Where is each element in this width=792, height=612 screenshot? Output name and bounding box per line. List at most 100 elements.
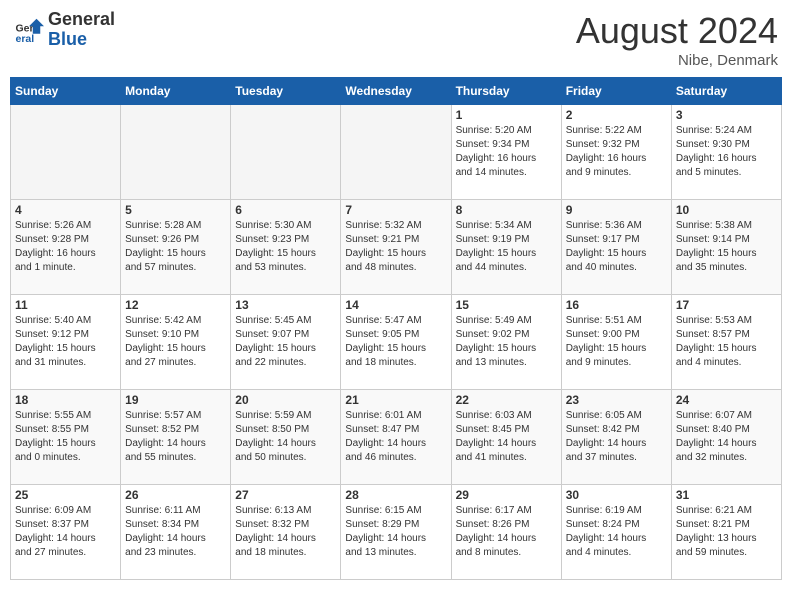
calendar-cell: 28 Sunrise: 6:15 AM Sunset: 8:29 PM Dayli… bbox=[341, 485, 451, 580]
month-year-title: August 2024 bbox=[576, 10, 778, 52]
calendar-cell: 24 Sunrise: 6:07 AM Sunset: 8:40 PM Dayli… bbox=[671, 390, 781, 485]
day-number: 10 bbox=[676, 203, 777, 217]
calendar-week-row: 25 Sunrise: 6:09 AM Sunset: 8:37 PM Dayli… bbox=[11, 485, 782, 580]
calendar-week-row: 1Sunrise: 5:20 AM Sunset: 9:34 PM Daylig… bbox=[11, 105, 782, 200]
day-info: Sunrise: 5:53 AM Sunset: 8:57 PM Dayligh… bbox=[676, 314, 777, 370]
day-info: Sunrise: 6:17 AM Sunset: 8:26 PM Dayligh… bbox=[456, 504, 557, 560]
header-friday: Friday bbox=[561, 78, 671, 105]
day-info: Sunrise: 6:03 AM Sunset: 8:45 PM Dayligh… bbox=[456, 409, 557, 465]
day-info: Sunrise: 5:57 AM Sunset: 8:52 PM Dayligh… bbox=[125, 409, 226, 465]
day-number: 24 bbox=[676, 393, 777, 407]
calendar-cell: 21Sunrise: 6:01 AM Sunset: 8:47 PM Dayli… bbox=[341, 390, 451, 485]
day-info: Sunrise: 6:07 AM Sunset: 8:40 PM Dayligh… bbox=[676, 409, 777, 465]
day-number: 11 bbox=[15, 298, 116, 312]
day-number: 19 bbox=[125, 393, 226, 407]
calendar-cell: 26 Sunrise: 6:11 AM Sunset: 8:34 PM Dayli… bbox=[121, 485, 231, 580]
day-info: Sunrise: 5:49 AM Sunset: 9:02 PM Dayligh… bbox=[456, 314, 557, 370]
calendar-cell: 29 Sunrise: 6:17 AM Sunset: 8:26 PM Dayli… bbox=[451, 485, 561, 580]
day-number: 14 bbox=[345, 298, 446, 312]
day-info: Sunrise: 5:38 AM Sunset: 9:14 PM Dayligh… bbox=[676, 219, 777, 275]
day-number: 28 bbox=[345, 488, 446, 502]
calendar-cell: 11 Sunrise: 5:40 AM Sunset: 9:12 PM Dayli… bbox=[11, 295, 121, 390]
day-number: 17 bbox=[676, 298, 777, 312]
calendar-cell: 6Sunrise: 5:30 AM Sunset: 9:23 PM Daylig… bbox=[231, 200, 341, 295]
header-sunday: Sunday bbox=[11, 78, 121, 105]
day-number: 16 bbox=[566, 298, 667, 312]
calendar-cell: 8Sunrise: 5:34 AM Sunset: 9:19 PM Daylig… bbox=[451, 200, 561, 295]
header-wednesday: Wednesday bbox=[341, 78, 451, 105]
day-info: Sunrise: 5:47 AM Sunset: 9:05 PM Dayligh… bbox=[345, 314, 446, 370]
day-number: 2 bbox=[566, 108, 667, 122]
day-number: 9 bbox=[566, 203, 667, 217]
calendar-cell: 14 Sunrise: 5:47 AM Sunset: 9:05 PM Dayli… bbox=[341, 295, 451, 390]
day-number: 4 bbox=[15, 203, 116, 217]
day-info: Sunrise: 6:15 AM Sunset: 8:29 PM Dayligh… bbox=[345, 504, 446, 560]
calendar-cell: 4 Sunrise: 5:26 AM Sunset: 9:28 PM Daylig… bbox=[11, 200, 121, 295]
calendar-cell: 7Sunrise: 5:32 AM Sunset: 9:21 PM Daylig… bbox=[341, 200, 451, 295]
day-info: Sunrise: 5:45 AM Sunset: 9:07 PM Dayligh… bbox=[235, 314, 336, 370]
calendar-cell: 27Sunrise: 6:13 AM Sunset: 8:32 PM Dayli… bbox=[231, 485, 341, 580]
svg-text:eral: eral bbox=[16, 33, 35, 45]
day-number: 5 bbox=[125, 203, 226, 217]
day-info: Sunrise: 5:59 AM Sunset: 8:50 PM Dayligh… bbox=[235, 409, 336, 465]
day-info: Sunrise: 6:05 AM Sunset: 8:42 PM Dayligh… bbox=[566, 409, 667, 465]
logo-general: General bbox=[48, 10, 115, 30]
day-number: 1 bbox=[456, 108, 557, 122]
calendar-cell: 20 Sunrise: 5:59 AM Sunset: 8:50 PM Dayli… bbox=[231, 390, 341, 485]
day-info: Sunrise: 5:22 AM Sunset: 9:32 PM Dayligh… bbox=[566, 124, 667, 180]
day-number: 3 bbox=[676, 108, 777, 122]
calendar-cell: 23Sunrise: 6:05 AM Sunset: 8:42 PM Dayli… bbox=[561, 390, 671, 485]
location-label: Nibe, Denmark bbox=[576, 52, 778, 69]
day-info: Sunrise: 5:36 AM Sunset: 9:17 PM Dayligh… bbox=[566, 219, 667, 275]
day-number: 27 bbox=[235, 488, 336, 502]
header-saturday: Saturday bbox=[671, 78, 781, 105]
day-number: 26 bbox=[125, 488, 226, 502]
day-info: Sunrise: 5:40 AM Sunset: 9:12 PM Dayligh… bbox=[15, 314, 116, 370]
day-info: Sunrise: 5:34 AM Sunset: 9:19 PM Dayligh… bbox=[456, 219, 557, 275]
day-info: Sunrise: 5:51 AM Sunset: 9:00 PM Dayligh… bbox=[566, 314, 667, 370]
day-info: Sunrise: 5:55 AM Sunset: 8:55 PM Dayligh… bbox=[15, 409, 116, 465]
header-tuesday: Tuesday bbox=[231, 78, 341, 105]
day-info: Sunrise: 6:21 AM Sunset: 8:21 PM Dayligh… bbox=[676, 504, 777, 560]
calendar-cell: 12Sunrise: 5:42 AM Sunset: 9:10 PM Dayli… bbox=[121, 295, 231, 390]
logo-icon: Gen eral bbox=[14, 15, 44, 45]
day-number: 31 bbox=[676, 488, 777, 502]
calendar-cell bbox=[11, 105, 121, 200]
calendar-cell: 5 Sunrise: 5:28 AM Sunset: 9:26 PM Daylig… bbox=[121, 200, 231, 295]
calendar-cell: 16 Sunrise: 5:51 AM Sunset: 9:00 PM Dayli… bbox=[561, 295, 671, 390]
calendar-cell: 10 Sunrise: 5:38 AM Sunset: 9:14 PM Dayli… bbox=[671, 200, 781, 295]
day-number: 18 bbox=[15, 393, 116, 407]
day-number: 21 bbox=[345, 393, 446, 407]
page-header: Gen eral General Blue August 2024 Nibe, … bbox=[10, 10, 782, 69]
calendar-cell: 17 Sunrise: 5:53 AM Sunset: 8:57 PM Dayli… bbox=[671, 295, 781, 390]
day-info: Sunrise: 5:30 AM Sunset: 9:23 PM Dayligh… bbox=[235, 219, 336, 275]
calendar-cell: 18 Sunrise: 5:55 AM Sunset: 8:55 PM Dayli… bbox=[11, 390, 121, 485]
calendar-cell: 22 Sunrise: 6:03 AM Sunset: 8:45 PM Dayli… bbox=[451, 390, 561, 485]
day-number: 25 bbox=[15, 488, 116, 502]
logo: Gen eral General Blue bbox=[14, 10, 115, 50]
day-info: Sunrise: 6:11 AM Sunset: 8:34 PM Dayligh… bbox=[125, 504, 226, 560]
day-number: 20 bbox=[235, 393, 336, 407]
day-number: 30 bbox=[566, 488, 667, 502]
calendar-table: SundayMondayTuesdayWednesdayThursdayFrid… bbox=[10, 77, 782, 580]
day-info: Sunrise: 6:09 AM Sunset: 8:37 PM Dayligh… bbox=[15, 504, 116, 560]
calendar-week-row: 4 Sunrise: 5:26 AM Sunset: 9:28 PM Daylig… bbox=[11, 200, 782, 295]
day-number: 22 bbox=[456, 393, 557, 407]
header-monday: Monday bbox=[121, 78, 231, 105]
day-number: 13 bbox=[235, 298, 336, 312]
title-block: August 2024 Nibe, Denmark bbox=[576, 10, 778, 69]
day-info: Sunrise: 5:28 AM Sunset: 9:26 PM Dayligh… bbox=[125, 219, 226, 275]
day-info: Sunrise: 6:19 AM Sunset: 8:24 PM Dayligh… bbox=[566, 504, 667, 560]
calendar-week-row: 11 Sunrise: 5:40 AM Sunset: 9:12 PM Dayli… bbox=[11, 295, 782, 390]
day-info: Sunrise: 5:32 AM Sunset: 9:21 PM Dayligh… bbox=[345, 219, 446, 275]
calendar-cell bbox=[341, 105, 451, 200]
calendar-cell: 31 Sunrise: 6:21 AM Sunset: 8:21 PM Dayli… bbox=[671, 485, 781, 580]
calendar-cell: 2 Sunrise: 5:22 AM Sunset: 9:32 PM Daylig… bbox=[561, 105, 671, 200]
logo-text: General Blue bbox=[48, 10, 115, 50]
day-info: Sunrise: 5:42 AM Sunset: 9:10 PM Dayligh… bbox=[125, 314, 226, 370]
logo-blue-text: Blue bbox=[48, 30, 115, 50]
calendar-cell: 15 Sunrise: 5:49 AM Sunset: 9:02 PM Dayli… bbox=[451, 295, 561, 390]
day-number: 15 bbox=[456, 298, 557, 312]
day-info: Sunrise: 5:26 AM Sunset: 9:28 PM Dayligh… bbox=[15, 219, 116, 275]
day-number: 29 bbox=[456, 488, 557, 502]
